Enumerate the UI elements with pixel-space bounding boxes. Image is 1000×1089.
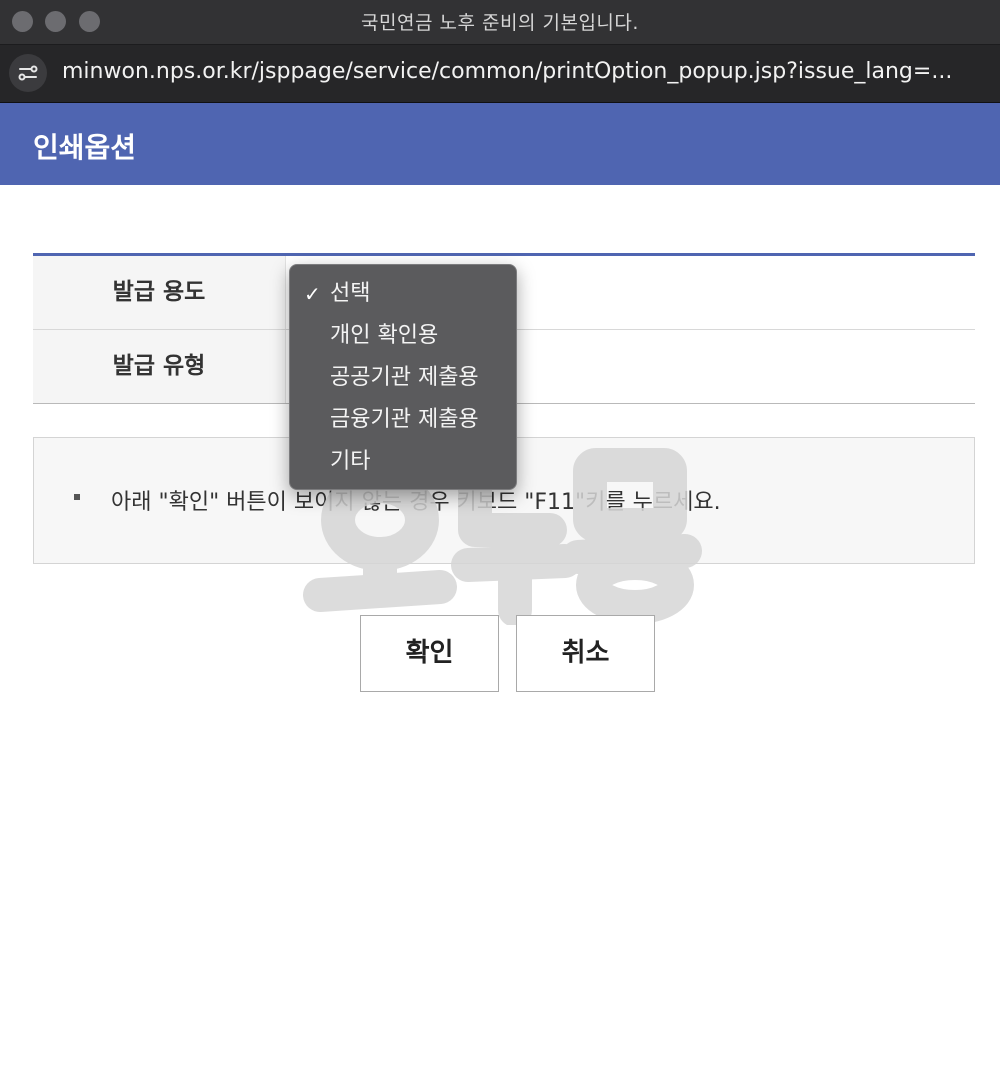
- dropdown-option-label: 선택: [330, 281, 371, 306]
- dropdown-option[interactable]: 공공기관 제출용: [290, 357, 516, 399]
- dropdown-option[interactable]: 기타: [290, 441, 516, 483]
- window-title: 국민연금 노후 준비의 기본입니다.: [361, 12, 639, 34]
- browser-window: 국민연금 노후 준비의 기본입니다. minwon.nps.or.kr/jspp…: [0, 0, 1000, 1089]
- purpose-dropdown-menu[interactable]: ✓ 선택 개인 확인용 공공기관 제출용 금융기관 제출용 기타: [289, 264, 517, 490]
- bullet-icon: [74, 494, 80, 500]
- url-text[interactable]: minwon.nps.or.kr/jsppage/service/common/…: [62, 59, 982, 84]
- dropdown-option[interactable]: 금융기관 제출용: [290, 399, 516, 441]
- type-label: 발급 유형: [33, 330, 286, 403]
- dropdown-option[interactable]: ✓ 선택: [290, 273, 516, 315]
- page-header: 인쇄옵션: [0, 103, 1000, 185]
- url-bar: minwon.nps.or.kr/jsppage/service/common/…: [0, 45, 1000, 103]
- title-bar: 국민연금 노후 준비의 기본입니다.: [0, 0, 1000, 45]
- dropdown-option-label: 개인 확인용: [330, 323, 439, 348]
- cancel-button[interactable]: 취소: [516, 615, 655, 692]
- tune-icon: [18, 65, 38, 81]
- dropdown-option-label: 금융기관 제출용: [330, 407, 479, 432]
- checkmark-icon: ✓: [304, 282, 321, 306]
- site-settings-button[interactable]: [9, 54, 47, 92]
- confirm-button[interactable]: 확인: [360, 615, 499, 692]
- purpose-label: 발급 용도: [33, 256, 286, 329]
- dropdown-option-label: 공공기관 제출용: [330, 365, 479, 390]
- dropdown-option-label: 기타: [330, 449, 371, 474]
- page-title: 인쇄옵션: [33, 131, 137, 164]
- dropdown-option[interactable]: 개인 확인용: [290, 315, 516, 357]
